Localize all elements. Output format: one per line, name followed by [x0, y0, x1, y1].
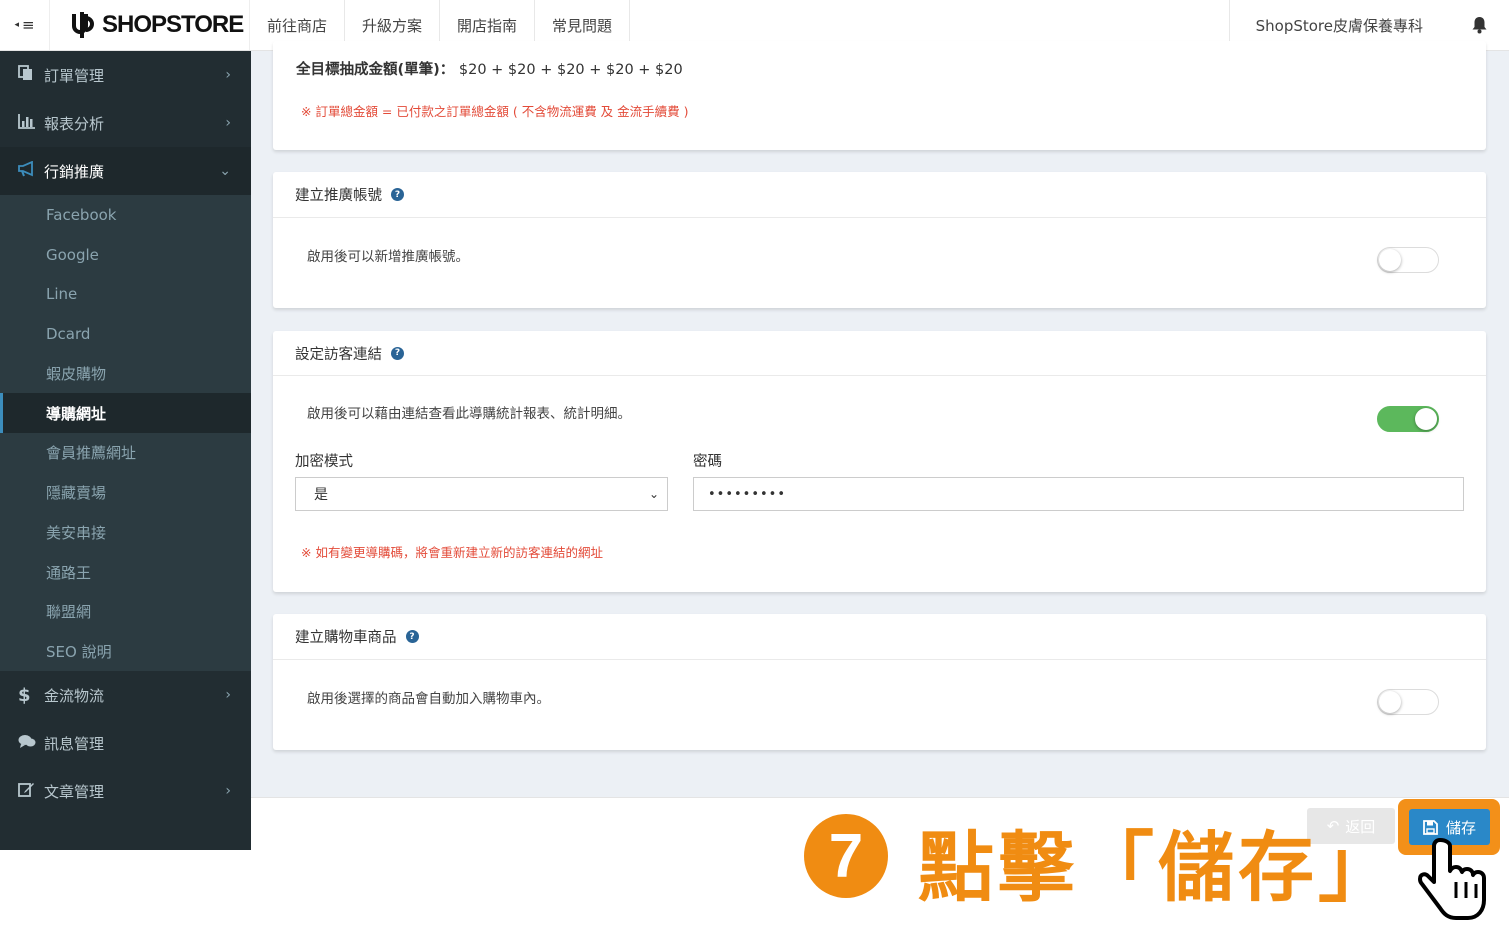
sidebar: 訂單管理 › 報表分析 › 行銷推廣 ⌄ Facebook Google Lin…: [0, 51, 251, 850]
submenu-item-line[interactable]: Line: [0, 274, 251, 314]
caret-left-icon: ◂: [14, 20, 19, 30]
submenu-item-facebook[interactable]: Facebook: [0, 195, 251, 235]
shopstore-logo-icon: [72, 12, 94, 38]
commission-card: 全目標抽成金額(單筆)： $20 + $20 + $20 + $20 + $20…: [273, 41, 1486, 150]
menu-icon: ≡: [21, 16, 35, 34]
dollar-icon: $: [18, 684, 31, 706]
commission-row: 全目標抽成金額(單筆)： $20 + $20 + $20 + $20 + $20: [296, 58, 683, 79]
password-input[interactable]: •••••••••: [693, 477, 1464, 511]
visitor-link-toggle[interactable]: [1377, 406, 1439, 432]
card-header: 建立購物車商品 ?: [273, 614, 1486, 660]
submenu-item-channel-king[interactable]: 通路王: [0, 552, 251, 592]
order-total-note: ※ 訂單總金額 = 已付款之訂單總金額 ( 不含物流運費 及 金流手續費 ): [301, 104, 689, 119]
submenu-item-dcard[interactable]: Dcard: [0, 314, 251, 354]
card-header: 設定訪客連結 ?: [273, 331, 1486, 376]
bell-icon: [1472, 17, 1486, 34]
sidebar-item-reports[interactable]: 報表分析 ›: [0, 99, 251, 147]
chevron-down-icon: ⌄: [219, 163, 231, 179]
chevron-right-icon: ›: [225, 115, 231, 131]
sidebar-toggle-button[interactable]: ◂ ≡: [0, 0, 50, 50]
card-description: 啟用後可以藉由連結查看此導購統計報表、統計明細。: [307, 406, 631, 422]
submenu-item-member-referral[interactable]: 會員推薦網址: [0, 433, 251, 473]
toggle-knob: [1379, 249, 1401, 271]
select-value: 是: [314, 487, 328, 503]
commission-value: $20 + $20 + $20 + $20 + $20: [458, 62, 683, 78]
sidebar-item-marketing[interactable]: 行銷推廣 ⌄: [0, 147, 251, 195]
promo-account-toggle[interactable]: [1377, 247, 1439, 273]
step-number-badge: 7: [804, 814, 888, 898]
card-description: 啟用後可以新增推廣帳號。: [307, 249, 469, 265]
marketing-submenu: Facebook Google Line Dcard 蝦皮購物 導購網址 會員推…: [0, 195, 251, 672]
sidebar-item-articles[interactable]: 文章管理 ›: [0, 767, 251, 815]
sidebar-item-label: 金流物流: [44, 686, 105, 705]
floppy-disk-icon: [1423, 819, 1438, 835]
shopstore-logo[interactable]: SHOPSTORE: [50, 0, 250, 50]
sidebar-item-label: 訊息管理: [44, 734, 105, 753]
card-title: 建立推廣帳號: [295, 188, 382, 204]
help-icon[interactable]: ?: [391, 188, 404, 201]
cart-product-card: 建立購物車商品 ? 啟用後選擇的商品會自動加入購物車內。: [273, 614, 1486, 750]
submenu-item-hidden-store[interactable]: 隱藏賣場: [0, 473, 251, 513]
cart-product-toggle[interactable]: [1377, 689, 1439, 715]
commission-label: 全目標抽成金額(單筆)：: [296, 62, 455, 78]
card-title: 設定訪客連結: [295, 346, 382, 363]
sidebar-item-label: 行銷推廣: [44, 162, 105, 181]
change-code-note: ※ 如有變更導購碼，將會重新建立新的訪客連結的網址: [301, 545, 603, 560]
step-instruction-text: 點擊「儲存」: [918, 823, 1398, 912]
chevron-right-icon: ›: [225, 67, 231, 83]
card-header: 建立推廣帳號 ?: [273, 172, 1486, 218]
submenu-item-meian[interactable]: 美安串接: [0, 513, 251, 553]
card-description: 啟用後選擇的商品會自動加入購物車內。: [307, 691, 550, 707]
promo-account-card: 建立推廣帳號 ? 啟用後可以新增推廣帳號。: [273, 172, 1486, 308]
main-content: 全目標抽成金額(單筆)： $20 + $20 + $20 + $20 + $20…: [251, 41, 1509, 797]
sidebar-item-orders[interactable]: 訂單管理 ›: [0, 51, 251, 99]
save-label: 儲存: [1445, 818, 1476, 837]
submenu-item-seo[interactable]: SEO 說明: [0, 632, 251, 672]
toggle-knob: [1379, 691, 1401, 713]
hand-pointer-icon: [1418, 838, 1486, 920]
bar-chart-icon: [18, 113, 44, 133]
help-icon[interactable]: ?: [405, 630, 419, 643]
sidebar-item-messages[interactable]: 訊息管理: [0, 719, 251, 767]
chevron-right-icon: ›: [225, 687, 231, 704]
encrypt-mode-label: 加密模式: [295, 454, 353, 470]
comments-icon: [18, 734, 44, 753]
submenu-item-affiliate-url[interactable]: 導購網址: [0, 393, 251, 434]
sidebar-item-label: 訂單管理: [44, 66, 105, 85]
toggle-knob: [1415, 408, 1437, 430]
help-icon[interactable]: ?: [391, 346, 404, 360]
visitor-link-card: 設定訪客連結 ? 啟用後可以藉由連結查看此導購統計報表、統計明細。 加密模式 是…: [273, 331, 1486, 592]
submenu-item-google[interactable]: Google: [0, 235, 251, 275]
chevron-down-icon: ⌄: [648, 487, 659, 501]
sidebar-item-payment-logistics[interactable]: $ 金流物流 ›: [0, 671, 251, 719]
submenu-item-shopee[interactable]: 蝦皮購物: [0, 354, 251, 394]
encrypt-mode-select[interactable]: 是 ⌄: [295, 477, 668, 511]
password-label: 密碼: [693, 454, 722, 470]
submenu-item-affiliate-network[interactable]: 聯盟網: [0, 592, 251, 632]
edit-icon: [18, 781, 44, 801]
sidebar-item-label: 文章管理: [44, 782, 105, 801]
files-icon: [18, 65, 44, 85]
logo-text: SHOPSTORE: [102, 11, 244, 38]
chevron-right-icon: ›: [225, 783, 231, 800]
sidebar-item-label: 報表分析: [44, 114, 105, 133]
password-value: •••••••••: [708, 486, 787, 502]
card-title: 建立購物車商品: [295, 630, 397, 646]
bullhorn-icon: [18, 160, 44, 181]
